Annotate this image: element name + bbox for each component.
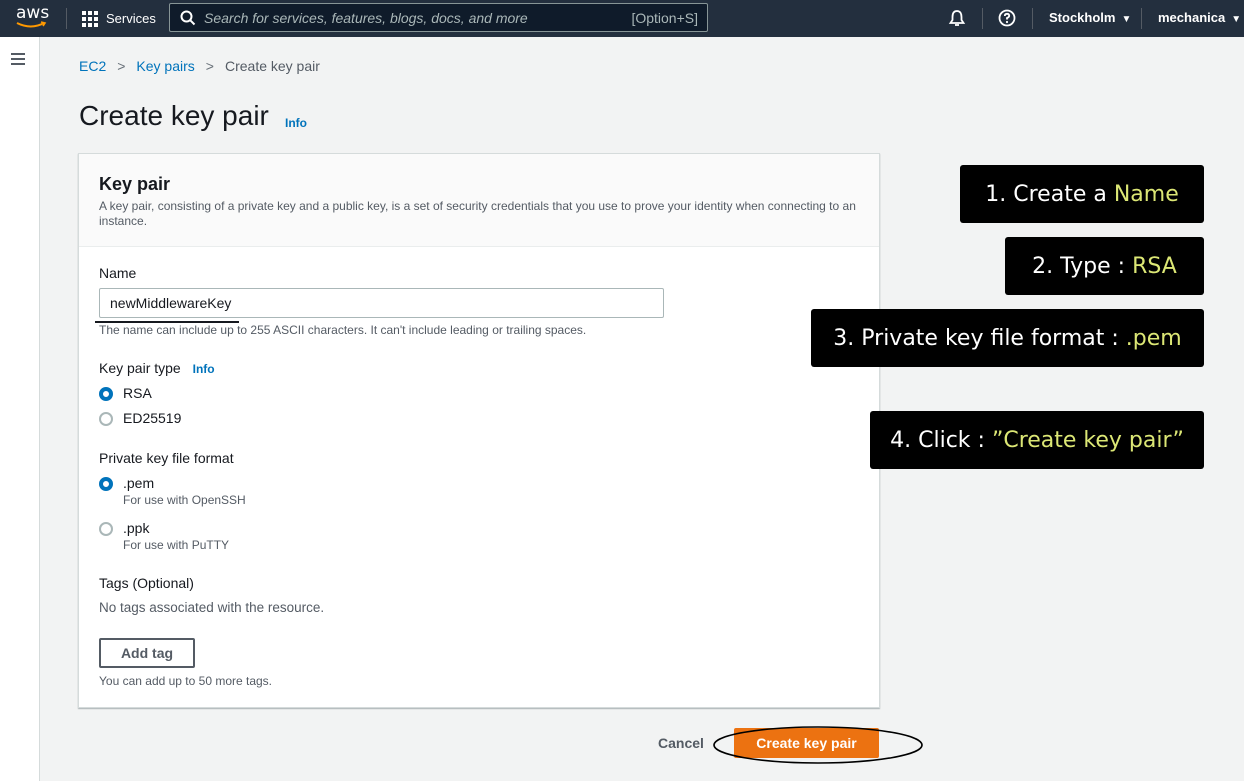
radio-button[interactable] — [99, 412, 113, 426]
chevron-right-icon: > — [117, 58, 126, 74]
page-title: Create key pair — [79, 100, 269, 131]
account-menu[interactable]: mechanica ▼ — [1158, 10, 1241, 25]
grid-icon — [82, 10, 98, 27]
radio-ppk[interactable]: .ppk For use with PuTTY — [99, 520, 229, 553]
annotation-ellipse — [713, 726, 923, 764]
sidebar-collapsed — [0, 37, 40, 781]
nav-divider — [982, 8, 983, 29]
breadcrumb-ec2[interactable]: EC2 — [79, 58, 106, 74]
name-label: Name — [99, 265, 137, 281]
key-pair-panel: Key pair A key pair, consisting of a pri… — [78, 153, 880, 708]
file-format-label: Private key file format — [99, 450, 234, 466]
add-tag-button[interactable]: Add tag — [99, 638, 195, 668]
radio-ed25519[interactable]: ED25519 — [99, 410, 181, 427]
radio-rsa-label: RSA — [123, 385, 152, 401]
services-menu-button[interactable]: Services — [82, 0, 156, 37]
tags-empty-text: No tags associated with the resource. — [99, 600, 325, 615]
callout-step-1-highlight: Name — [1113, 181, 1179, 207]
search-placeholder: Search for services, features, blogs, do… — [204, 10, 528, 26]
radio-button-checked[interactable] — [99, 477, 113, 491]
nav-divider — [66, 8, 67, 29]
name-field[interactable] — [99, 288, 664, 318]
callout-step-3: 3. Private key file format : .pem — [811, 309, 1204, 367]
tags-hint: You can add up to 50 more tags. — [99, 674, 273, 688]
aws-smile-icon — [16, 21, 47, 28]
title-info-link[interactable]: Info — [285, 116, 307, 130]
top-navigation: aws Services Search for services, featur… — [0, 0, 1244, 37]
radio-button-checked[interactable] — [99, 387, 113, 401]
menu-icon[interactable] — [11, 53, 25, 65]
bell-icon[interactable] — [947, 8, 967, 28]
breadcrumb-current: Create key pair — [224, 58, 320, 74]
key-pair-type-label-text: Key pair type — [99, 360, 181, 376]
callout-step-4-highlight: ”Create key pair” — [991, 427, 1184, 453]
radio-ed25519-label: ED25519 — [123, 410, 182, 426]
panel-header: Key pair A key pair, consisting of a pri… — [79, 154, 879, 247]
callout-step-4: 4. Click : ”Create key pair” — [870, 411, 1204, 469]
callout-step-1: 1. Create a Name — [960, 165, 1204, 223]
name-hint: The name can include up to 255 ASCII cha… — [99, 323, 587, 337]
radio-rsa[interactable]: RSA — [99, 385, 152, 402]
caret-down-icon: ▼ — [1121, 14, 1132, 25]
key-pair-type-info-link[interactable]: Info — [193, 362, 215, 376]
callout-step-2-prefix: 2. Type : — [1032, 253, 1133, 279]
cancel-button[interactable]: Cancel — [652, 731, 710, 755]
key-pair-type-label: Key pair type Info — [99, 360, 215, 376]
breadcrumb-key-pairs[interactable]: Key pairs — [136, 58, 194, 74]
radio-button[interactable] — [99, 522, 113, 536]
radio-pem-label: .pem — [123, 475, 155, 491]
help-icon[interactable] — [997, 8, 1017, 28]
panel-title: Key pair — [99, 174, 171, 194]
chevron-right-icon: > — [205, 58, 214, 74]
aws-logo[interactable]: aws — [16, 4, 50, 32]
callout-step-2: 2. Type : RSA — [1005, 237, 1204, 295]
region-label: Stockholm — [1049, 10, 1116, 25]
radio-ppk-label: .ppk — [123, 520, 150, 536]
search-input[interactable]: Search for services, features, blogs, do… — [169, 3, 708, 32]
breadcrumb: EC2 > Key pairs > Create key pair — [79, 58, 320, 74]
callout-step-1-prefix: 1. Create a — [985, 181, 1114, 207]
callout-step-2-highlight: RSA — [1132, 253, 1177, 279]
region-selector[interactable]: Stockholm ▼ — [1049, 10, 1131, 25]
search-shortcut: [Option+S] — [631, 10, 698, 26]
nav-divider — [1032, 8, 1033, 29]
callout-step-3-prefix: 3. Private key file format : — [833, 325, 1126, 351]
aws-logo-text: aws — [16, 3, 50, 23]
callout-step-4-prefix: 4. Click : — [890, 427, 992, 453]
callout-step-3-highlight: .pem — [1125, 325, 1182, 351]
search-icon — [180, 10, 196, 26]
services-label: Services — [106, 11, 156, 26]
radio-pem-description: For use with OpenSSH — [123, 493, 246, 507]
radio-ppk-description: For use with PuTTY — [123, 538, 230, 552]
radio-pem[interactable]: .pem For use with OpenSSH — [99, 475, 246, 508]
nav-divider — [1141, 8, 1142, 29]
tags-label: Tags (Optional) — [99, 575, 194, 591]
panel-description: A key pair, consisting of a private key … — [99, 199, 856, 228]
caret-down-icon: ▼ — [1231, 14, 1242, 25]
account-label: mechanica — [1158, 10, 1226, 25]
